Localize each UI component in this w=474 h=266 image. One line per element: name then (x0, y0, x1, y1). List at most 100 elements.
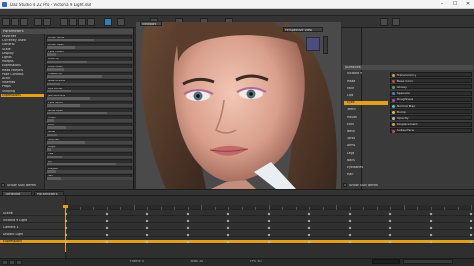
category-item[interactable]: General (1, 43, 44, 47)
close-button[interactable]: ✕ (462, 1, 474, 8)
surface-tree-item[interactable]: Hair (344, 173, 388, 177)
undo-button[interactable] (34, 18, 42, 26)
scale-tool-button[interactable] (87, 18, 95, 26)
category-item[interactable]: Expressions (1, 93, 44, 98)
timeline-zoom-slider[interactable] (403, 259, 453, 264)
render-settings-button[interactable] (117, 18, 125, 26)
surface-property[interactable]: Specular (390, 90, 472, 96)
parameter-slider[interactable]: Smile Open (46, 108, 133, 115)
save-button[interactable] (20, 18, 28, 26)
category-item[interactable]: Actor (1, 77, 44, 81)
parameter-slider[interactable]: Jaw Side-Side (46, 93, 133, 100)
slider-track[interactable] (47, 148, 133, 151)
parameter-slider[interactable]: Surprise (46, 137, 133, 144)
timeline-track[interactable]: Camera 1 (0, 226, 474, 230)
parameter-slider[interactable]: Nose Wrinkle (46, 78, 133, 86)
category-item[interactable]: Display (1, 52, 44, 56)
surface-tree-item[interactable]: Ears (344, 122, 388, 126)
select-tool-button[interactable] (60, 18, 68, 26)
surface-tree-item[interactable]: Eyelashes (344, 166, 388, 170)
surface-property[interactable]: Normal Map (390, 103, 472, 108)
parameter-slider[interactable]: Lips Pucker (46, 86, 133, 93)
timeline-track[interactable]: Distant Light (0, 233, 474, 237)
surface-property[interactable]: Base Color (390, 78, 472, 84)
parameter-slider[interactable]: Mouth Smile (46, 35, 133, 42)
category-item[interactable]: Expressions (1, 64, 44, 68)
timeline-track[interactable]: Victoria 9 Light (0, 219, 474, 223)
rotate-tool-button[interactable] (78, 18, 86, 26)
surface-property[interactable]: Translucency (390, 72, 472, 77)
surface-property[interactable]: Roughness (390, 96, 472, 102)
redo-button[interactable] (43, 18, 51, 26)
category-item-label: General (2, 43, 15, 47)
play-button[interactable] (9, 259, 15, 265)
category-item[interactable]: Shaping (1, 90, 44, 94)
surface-tree-item[interactable]: Teeth (344, 108, 388, 112)
parameter-slider[interactable]: Brow Up (46, 56, 133, 64)
surface-tree-item[interactable]: Eyes (344, 100, 388, 105)
parameter-slider[interactable]: Pout (46, 122, 133, 129)
surface-property[interactable]: Opacity (390, 115, 472, 121)
category-item[interactable]: Visemes (1, 81, 44, 85)
parameter-slider[interactable]: Frown (46, 115, 133, 122)
view-cube-icon[interactable] (306, 37, 320, 51)
translate-tool-button[interactable] (69, 18, 77, 26)
surface-tree-item[interactable]: Torso (344, 137, 388, 141)
new-scene-button[interactable] (2, 18, 10, 26)
surface-tree-item[interactable]: Legs (344, 151, 388, 155)
parameter-slider[interactable]: Anger (46, 144, 133, 151)
camera-selector[interactable]: Perspective View (283, 27, 323, 32)
surface-tree-item[interactable]: Victoria 9 (344, 72, 388, 76)
parameter-slider[interactable]: Eyes Squint (46, 100, 133, 108)
parameter-slider[interactable]: Brow Down (46, 64, 133, 71)
parameter-slider[interactable]: Eyes Closed (46, 49, 133, 56)
slider-track[interactable] (47, 119, 133, 122)
parameter-slider[interactable]: Fear (46, 151, 133, 159)
surface-tree-item[interactable]: Arms (344, 144, 388, 148)
layout-button[interactable] (380, 18, 388, 26)
surface-property[interactable]: Subsurface (390, 127, 472, 133)
category-item[interactable]: Scale (1, 48, 44, 52)
category-item[interactable]: Pose Controls (1, 73, 44, 77)
go-to-start-button[interactable] (2, 259, 8, 265)
category-item[interactable]: Currently Used (1, 39, 44, 43)
surface-tree-item[interactable]: Lips (344, 94, 388, 98)
timeline-track[interactable]: Scene (0, 212, 474, 216)
open-button[interactable] (11, 18, 19, 26)
parameter-slider[interactable]: Joy (46, 159, 133, 166)
parameter-slider[interactable]: Cheeks Up (46, 71, 133, 78)
surface-tree-item[interactable]: Nails (344, 158, 388, 162)
slider-track[interactable] (47, 133, 133, 137)
category-item[interactable]: Favorites (1, 35, 44, 39)
surface-tree-item[interactable]: Face (344, 86, 388, 90)
parameter-slider[interactable]: Sneer (46, 129, 133, 137)
surface-property[interactable]: Glossy (390, 84, 472, 90)
slider-track[interactable] (47, 82, 133, 86)
parameter-slider[interactable]: Mouth Open (46, 42, 133, 49)
maximize-button[interactable]: ☐ (449, 1, 461, 8)
category-item[interactable]: Props (1, 85, 44, 89)
surface-property[interactable]: Bump (390, 109, 472, 115)
surface-property[interactable]: Displacement (390, 121, 472, 127)
parameter-slider[interactable]: Sad (46, 173, 133, 181)
surface-tree-item[interactable]: Head (344, 79, 388, 83)
render-button[interactable] (104, 18, 112, 26)
surfaces-show-sub-items-checkbox[interactable] (343, 183, 347, 187)
parameter-slider[interactable]: Disgust (46, 166, 133, 173)
slider-track[interactable] (47, 53, 133, 56)
category-item[interactable]: Head Morphs (1, 69, 44, 73)
category-item[interactable]: Morphs (1, 60, 44, 64)
slider-track[interactable] (47, 170, 133, 173)
show-sub-items-checkbox[interactable] (1, 183, 5, 187)
category-item[interactable]: Lights (1, 56, 44, 60)
minimize-button[interactable]: – (436, 1, 448, 8)
frame-input[interactable] (372, 259, 400, 264)
timeline-ruler[interactable] (66, 205, 474, 210)
help-button[interactable] (392, 18, 400, 26)
surface-tree-item[interactable]: Mouth (344, 115, 388, 119)
view-controls-icon[interactable] (323, 36, 328, 54)
surface-tree-item[interactable]: Neck (344, 130, 388, 134)
go-to-end-button[interactable] (16, 259, 22, 265)
viewport-tab[interactable]: Viewport (140, 21, 162, 26)
timeline-track[interactable]: Expressions (0, 240, 474, 244)
